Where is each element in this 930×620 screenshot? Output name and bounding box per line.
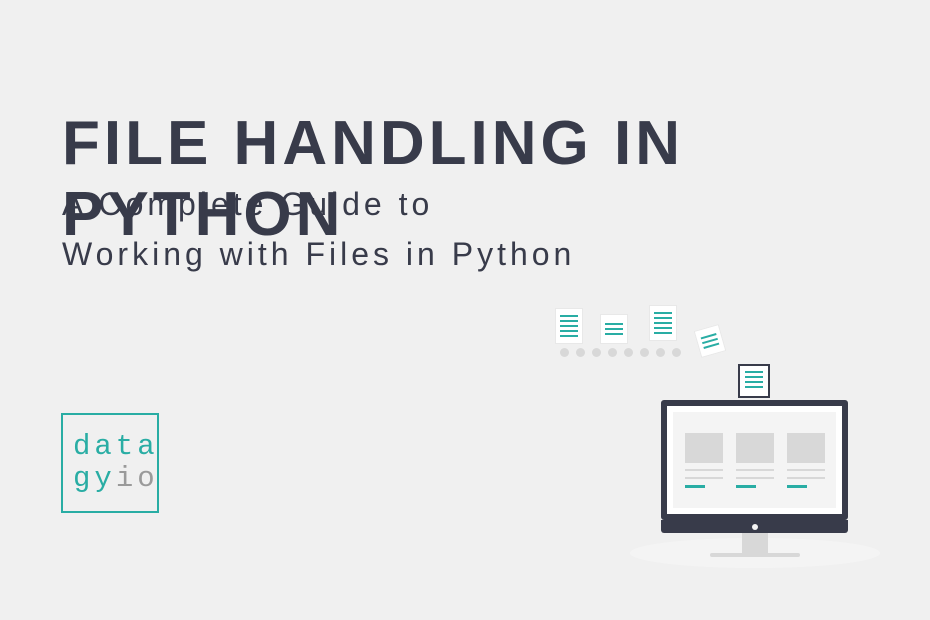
- datagy-logo: data gyio: [61, 413, 159, 513]
- subtitle-line-2: Working with Files in Python: [62, 236, 575, 272]
- document-icon: [738, 364, 770, 398]
- document-icon: [600, 314, 628, 344]
- content-card: [736, 433, 774, 488]
- computer-files-illustration: [530, 302, 870, 582]
- document-icon: [649, 305, 677, 341]
- subtitle-line-1: A Complete Guide to: [62, 186, 433, 222]
- monitor-icon: [661, 400, 848, 557]
- monitor-button-icon: [752, 524, 758, 530]
- document-icon: [694, 324, 727, 358]
- content-card: [685, 433, 723, 488]
- document-icon: [555, 308, 583, 344]
- progress-dots: [560, 348, 681, 357]
- page-subtitle: A Complete Guide to Working with Files i…: [62, 180, 575, 279]
- logo-text-line-2: gyio: [73, 463, 157, 495]
- logo-text-line-1: data: [73, 431, 157, 463]
- content-card: [787, 433, 825, 488]
